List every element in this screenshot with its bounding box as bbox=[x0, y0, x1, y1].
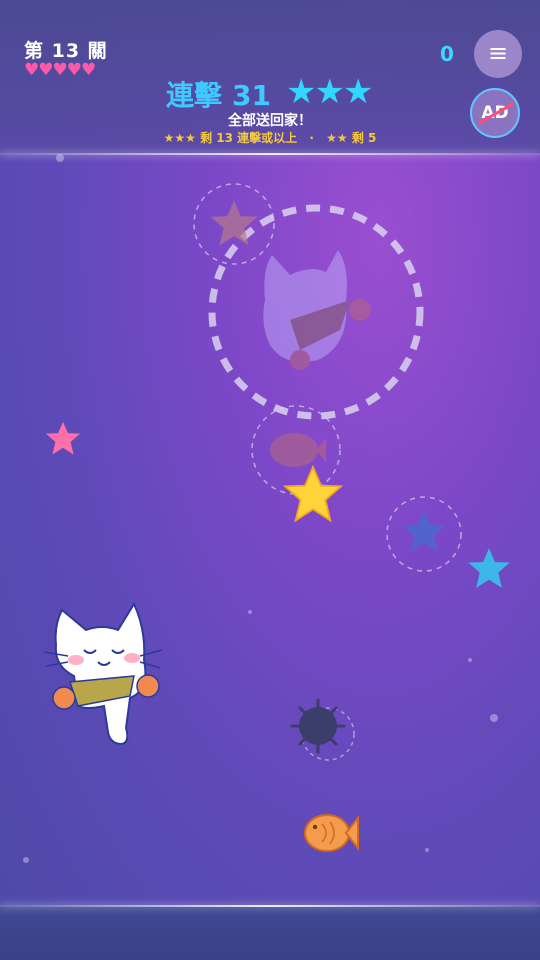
taiyaki-fish-icon[interactable] bbox=[304, 814, 359, 852]
ghost-taiyaki-icon bbox=[270, 433, 326, 467]
ghost-star-icon-2 bbox=[402, 510, 446, 552]
pink-star-icon[interactable] bbox=[45, 421, 81, 455]
blue-star-icon[interactable] bbox=[468, 548, 510, 588]
cat-home-ghost bbox=[263, 250, 371, 370]
ghost-star-icon-1 bbox=[210, 200, 258, 246]
yellow-star-icon[interactable] bbox=[283, 465, 343, 522]
game-field bbox=[23, 154, 510, 863]
player-cat[interactable] bbox=[43, 601, 163, 746]
sparkle-dots bbox=[23, 154, 498, 863]
sea-urchin-icon[interactable] bbox=[290, 698, 346, 754]
